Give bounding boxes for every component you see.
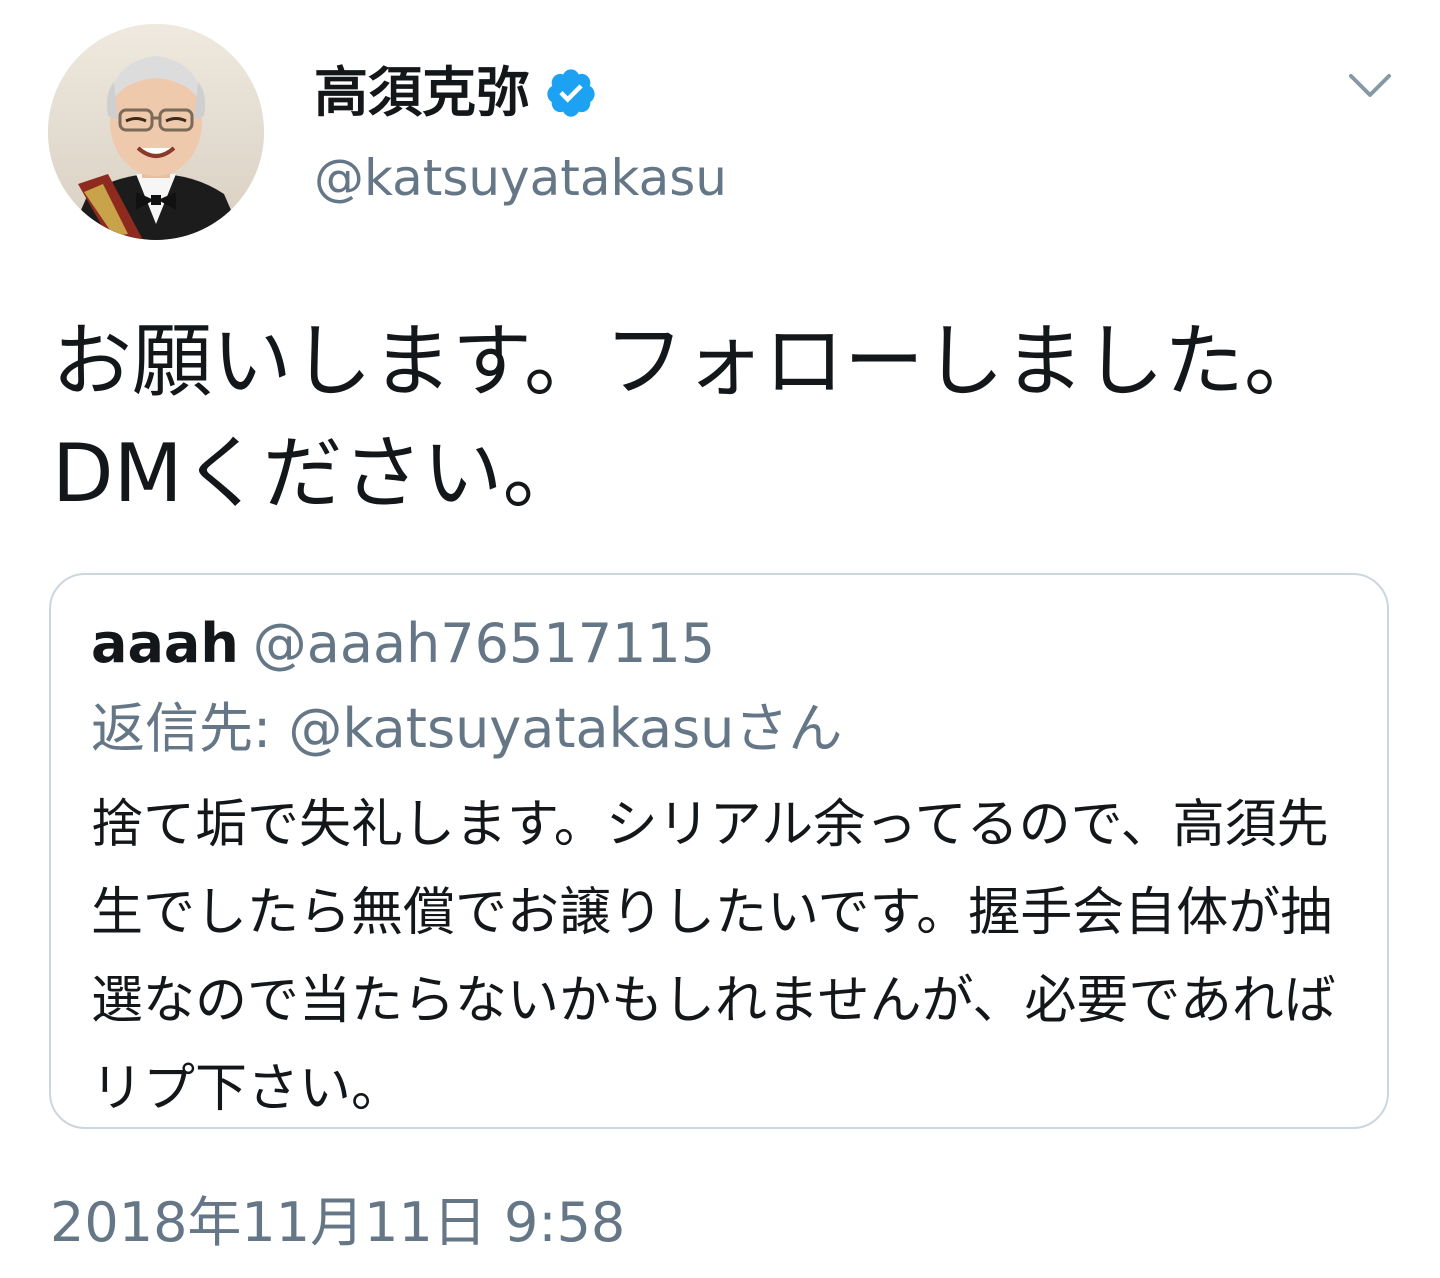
reply-suffix: さん [734, 697, 843, 760]
quoted-handle: @aaah76517115 [252, 612, 716, 675]
display-name[interactable]: 高須克弥 [314, 58, 598, 128]
avatar-image [48, 24, 264, 240]
reply-to-line: 返信先: @katsuyatakasuさん [91, 693, 842, 765]
display-name-text: 高須克弥 [314, 61, 530, 124]
chevron-down-icon [1349, 74, 1391, 97]
quoted-tweet-header: aaah @aaah76517115 [91, 609, 715, 679]
reply-prefix: 返信先: [91, 697, 289, 760]
quoted-tweet-text: 捨て垢で失礼します。シリアル余ってるので、高須先生でしたら無償でお譲りしたいです… [91, 795, 1336, 1119]
verified-badge-icon [544, 66, 598, 120]
avatar[interactable] [48, 24, 264, 240]
reply-to-link[interactable]: @katsuyatakasu [288, 697, 734, 760]
user-handle[interactable]: @katsuyatakasu [314, 146, 727, 210]
quoted-display-name: aaah [91, 612, 239, 675]
tweet-text: お願いします。フォローしました。DMください。 [52, 315, 1324, 520]
quoted-tweet-card[interactable]: aaah @aaah76517115 返信先: @katsuyatakasuさん … [49, 573, 1389, 1129]
more-options-button[interactable] [1342, 58, 1398, 114]
tweet-timestamp[interactable]: 2018年11月11日 9:58 [50, 1188, 625, 1258]
